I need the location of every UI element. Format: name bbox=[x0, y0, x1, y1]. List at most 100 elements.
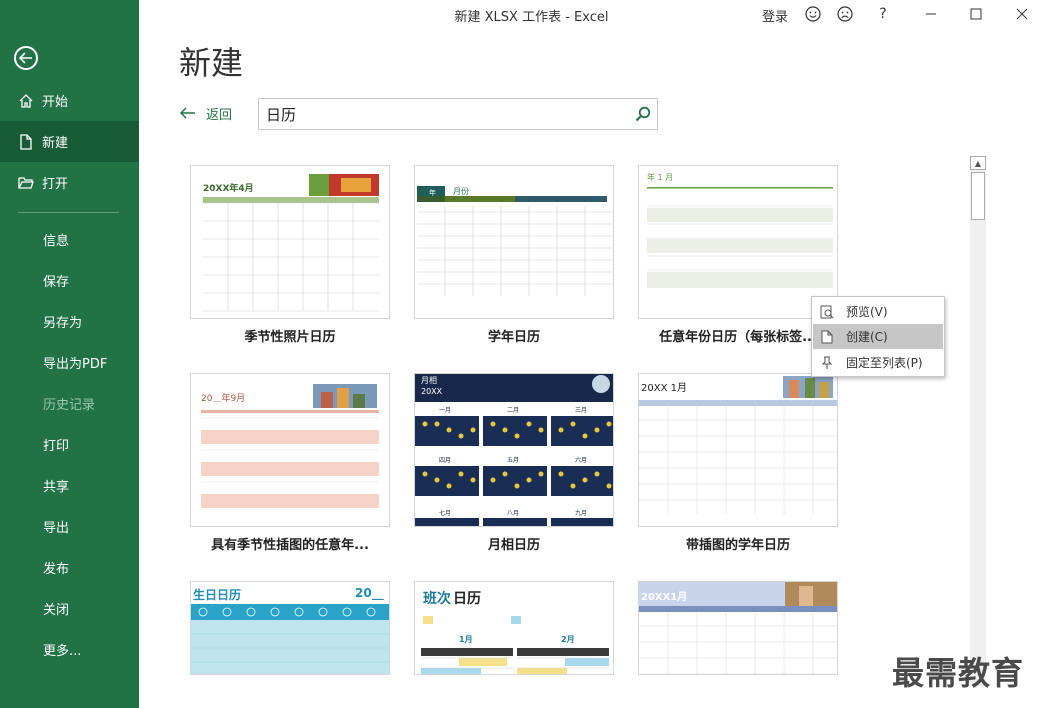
thumbnail-title: 20＿年9月 bbox=[201, 394, 246, 404]
back-link[interactable]: 返回 bbox=[179, 104, 233, 123]
sidebar-item-history: 历史记录 bbox=[0, 383, 139, 424]
month-label: 九月 bbox=[575, 510, 588, 517]
excel-window: 开始 新建 打开 信息 保存 另存为 导出为PDF 历史记录 打印 共享 导出 … bbox=[0, 0, 1044, 708]
page-title: 新建 bbox=[179, 44, 244, 82]
pin-icon bbox=[820, 356, 834, 370]
template-context-menu: 预览(V) 创建(C) 固定至列表(P) bbox=[811, 296, 945, 377]
thumbnail-title: 20XX年4月 bbox=[203, 184, 254, 194]
month-label: 八月 bbox=[507, 510, 520, 517]
menu-item-label: 创建(C) bbox=[846, 330, 888, 344]
back-arrow-icon[interactable] bbox=[14, 46, 38, 70]
login-link[interactable]: 登录 bbox=[762, 6, 788, 25]
sidebar-item-open[interactable]: 打开 bbox=[0, 162, 139, 203]
template-label[interactable]: 季节性照片日历 bbox=[170, 326, 410, 345]
help-icon[interactable]: ? bbox=[874, 5, 892, 23]
minimize-icon[interactable] bbox=[922, 5, 940, 23]
close-icon[interactable] bbox=[1013, 5, 1031, 23]
template-thumbnail[interactable]: 20XX1月 bbox=[638, 581, 838, 675]
scroll-up-arrow-icon[interactable]: ▲ bbox=[970, 156, 986, 170]
scrollbar-thumb[interactable] bbox=[971, 172, 985, 220]
template-thumbnail[interactable]: 月相 20XX 一月 二月 三月 四月 五月 六月 七月 八月 九月 bbox=[414, 373, 614, 527]
document-icon bbox=[820, 330, 834, 344]
thumbnail-subtitle: 20XX bbox=[421, 387, 443, 396]
maximize-icon[interactable] bbox=[967, 5, 985, 23]
month-label: 一月 bbox=[439, 407, 452, 414]
sidebar-item-label: 更多... bbox=[43, 644, 82, 659]
thumbnail-title: 20XX 1月 bbox=[641, 383, 687, 394]
month-label: 五月 bbox=[507, 457, 520, 464]
sidebar-item-share[interactable]: 共享 bbox=[0, 465, 139, 506]
template-thumbnail[interactable]: 班次 日历 1月 2月 bbox=[414, 581, 614, 675]
sidebar-item-export[interactable]: 导出 bbox=[0, 506, 139, 547]
sidebar-item-save-as[interactable]: 另存为 bbox=[0, 301, 139, 342]
sidebar-item-label: 打印 bbox=[43, 439, 70, 454]
template-thumbnail[interactable]: 生日日历 20__ bbox=[190, 581, 390, 675]
sidebar-item-label: 发布 bbox=[43, 562, 70, 577]
search-icon[interactable] bbox=[635, 106, 651, 122]
thumbnail-title: 月份 bbox=[453, 187, 469, 196]
month-label: 三月 bbox=[575, 407, 588, 414]
sidebar-item-label: 共享 bbox=[43, 480, 70, 495]
template-label[interactable]: 学年日历 bbox=[394, 326, 634, 345]
thumbnail-title: 20XX1月 bbox=[641, 592, 688, 603]
vertical-scrollbar[interactable] bbox=[970, 156, 986, 686]
template-label[interactable]: 具有季节性插图的任意年... bbox=[170, 534, 410, 553]
menu-item-preview[interactable]: 预览(V) bbox=[813, 299, 943, 324]
folder-open-icon bbox=[18, 175, 34, 191]
sidebar-item-label: 新建 bbox=[42, 136, 69, 151]
sidebar-item-home[interactable]: 开始 bbox=[0, 80, 139, 121]
sidebar-item-info[interactable]: 信息 bbox=[0, 219, 139, 260]
template-search-box[interactable] bbox=[258, 98, 658, 130]
sidebar-item-label: 导出为PDF bbox=[43, 357, 108, 372]
thumbnail-title: 月相 bbox=[421, 376, 437, 385]
sidebar-item-more[interactable]: 更多... bbox=[0, 629, 139, 670]
frown-feedback-icon[interactable] bbox=[836, 5, 854, 23]
menu-item-label: 预览(V) bbox=[846, 305, 888, 319]
template-label[interactable]: 月相日历 bbox=[394, 534, 634, 553]
template-label[interactable]: 带插图的学年日历 bbox=[618, 534, 858, 553]
month-label: 1月 bbox=[459, 635, 473, 644]
window-title: 新建 XLSX 工作表 - Excel bbox=[454, 10, 609, 25]
sidebar-item-label: 保存 bbox=[43, 275, 70, 290]
month-label: 六月 bbox=[575, 457, 588, 464]
template-thumbnail[interactable]: 20＿年9月 bbox=[190, 373, 390, 527]
month-label: 四月 bbox=[439, 457, 452, 464]
month-label: 二月 bbox=[507, 407, 520, 414]
smile-feedback-icon[interactable] bbox=[804, 5, 822, 23]
menu-item-create[interactable]: 创建(C) bbox=[813, 324, 943, 349]
sidebar-item-close[interactable]: 关闭 bbox=[0, 588, 139, 629]
menu-item-pin-to-list[interactable]: 固定至列表(P) bbox=[813, 350, 943, 375]
backstage-sidebar: 开始 新建 打开 信息 保存 另存为 导出为PDF 历史记录 打印 共享 导出 … bbox=[0, 0, 139, 708]
thumbnail-title: 年 1 月 bbox=[647, 173, 674, 182]
template-thumbnail[interactable]: 年 1 月 bbox=[638, 165, 838, 319]
watermark-text: 最需教育 bbox=[892, 654, 1025, 692]
search-input[interactable] bbox=[266, 105, 626, 123]
template-thumbnail[interactable]: 20XX 1月 bbox=[638, 373, 838, 527]
preview-icon bbox=[820, 305, 834, 319]
sidebar-item-label: 信息 bbox=[43, 234, 70, 249]
new-document-icon bbox=[18, 133, 34, 150]
arrow-left-icon bbox=[179, 104, 196, 123]
sidebar-item-label: 关闭 bbox=[43, 603, 70, 618]
menu-item-label: 固定至列表(P) bbox=[846, 356, 923, 370]
home-icon bbox=[18, 93, 34, 109]
sidebar-item-publish[interactable]: 发布 bbox=[0, 547, 139, 588]
month-label: 七月 bbox=[439, 510, 452, 517]
sidebar-item-label: 开始 bbox=[42, 95, 69, 110]
back-link-label: 返回 bbox=[206, 108, 233, 123]
sidebar-item-label: 另存为 bbox=[43, 316, 83, 331]
sidebar-item-label: 打开 bbox=[42, 177, 69, 192]
template-thumbnail[interactable]: 年 月份 bbox=[414, 165, 614, 319]
sidebar-item-new[interactable]: 新建 bbox=[0, 121, 139, 162]
thumbnail-title: 生日日历 bbox=[193, 588, 242, 602]
sidebar-item-label: 导出 bbox=[43, 521, 70, 536]
title-bar: 新建 XLSX 工作表 - Excel bbox=[139, 0, 1044, 28]
sidebar-item-export-pdf[interactable]: 导出为PDF bbox=[0, 342, 139, 383]
thumbnail-tag: 年 bbox=[429, 189, 436, 197]
sidebar-item-print[interactable]: 打印 bbox=[0, 424, 139, 465]
sidebar-divider bbox=[18, 212, 119, 213]
thumbnail-year: 20__ bbox=[355, 586, 384, 600]
sidebar-item-save[interactable]: 保存 bbox=[0, 260, 139, 301]
thumbnail-title-part-1: 班次 bbox=[423, 591, 451, 607]
template-thumbnail[interactable]: 20XX年4月 bbox=[190, 165, 390, 319]
